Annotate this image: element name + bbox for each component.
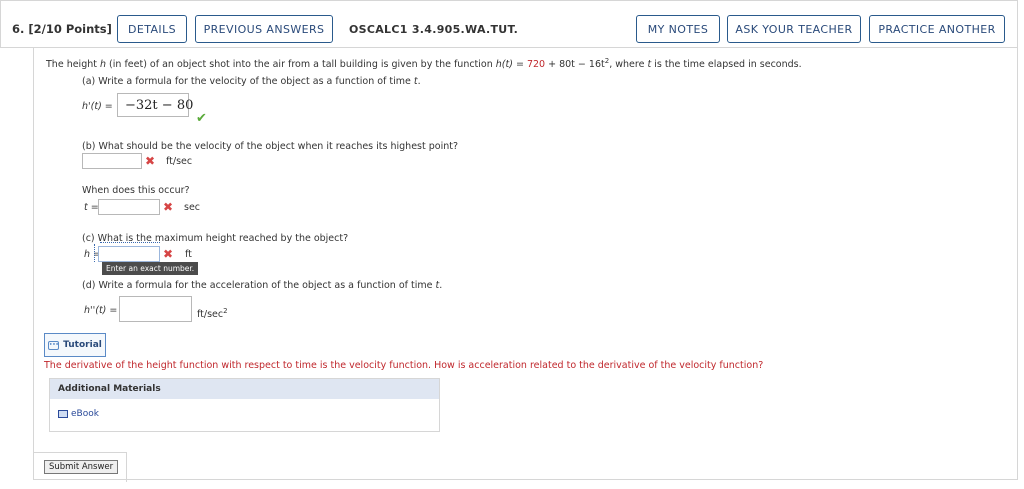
additional-materials-panel: Additional Materials eBook [49, 378, 440, 432]
input-hint-tooltip: Enter an exact number. [102, 262, 199, 275]
submit-area-divider-vertical [126, 452, 127, 482]
part-a-prompt: (a) Write a formula for the velocity of … [82, 76, 421, 87]
book-icon [58, 410, 68, 418]
acceleration-label: h''(t) = [84, 305, 118, 316]
focus-dotted-edge [94, 244, 95, 262]
practice-another-button[interactable]: PRACTICE ANOTHER [869, 15, 1005, 43]
velocity-answer-field[interactable]: −32t − 80 [117, 93, 193, 117]
tutorial-hint: The derivative of the height function wi… [44, 360, 764, 371]
tutorial-label: Tutorial [63, 340, 102, 350]
ebook-label: eBook [71, 409, 99, 419]
tutorial-icon: ••• [48, 340, 60, 350]
tutorial-button[interactable]: ••• Tutorial [44, 333, 106, 357]
additional-materials-heading: Additional Materials [50, 379, 439, 399]
submit-answer-button[interactable]: Submit Answer [44, 460, 119, 474]
max-height-input[interactable] [98, 246, 160, 262]
time-label: t = [84, 202, 99, 213]
submit-area-divider [33, 452, 127, 453]
previous-answers-button[interactable]: PREVIOUS ANSWERS [195, 15, 333, 43]
time-at-peak-input[interactable] [98, 199, 160, 215]
function-constant: 720 [526, 59, 546, 71]
velocity-at-peak-input[interactable] [82, 153, 142, 169]
acceleration-unit: ft/sec2 [197, 307, 228, 321]
velocity-unit: ft/sec [166, 156, 193, 167]
time-unit: sec [184, 202, 201, 213]
part-b-followup: When does this occur? [82, 185, 190, 196]
my-notes-button[interactable]: MY NOTES [636, 15, 720, 43]
correct-check-icon: ✔ [196, 111, 207, 126]
acceleration-answer-field[interactable] [119, 296, 192, 322]
height-unit: ft [185, 249, 192, 260]
incorrect-x-icon: ✖ [163, 200, 174, 214]
question-header: 6. [2/10 Points] DETAILS PREVIOUS ANSWER… [0, 0, 1018, 48]
ask-teacher-button[interactable]: ASK YOUR TEACHER [727, 15, 861, 43]
incorrect-x-icon: ✖ [163, 247, 174, 261]
part-b-prompt: (b) What should be the velocity of the o… [82, 141, 459, 152]
part-d-prompt: (d) Write a formula for the acceleration… [82, 280, 443, 291]
problem-statement: The height h (in feet) of an object shot… [46, 57, 802, 71]
incorrect-x-icon: ✖ [145, 154, 156, 168]
question-code: OSCALC1 3.4.905.WA.TUT. [349, 23, 519, 36]
velocity-answer-value: −32t − 80 [125, 98, 194, 113]
details-button[interactable]: DETAILS [117, 15, 187, 43]
focus-dotted-outline [100, 242, 160, 243]
part-a-label: h'(t) = [82, 101, 113, 112]
ebook-link[interactable]: eBook [58, 409, 99, 419]
question-number: 6. [2/10 Points] [12, 22, 112, 36]
